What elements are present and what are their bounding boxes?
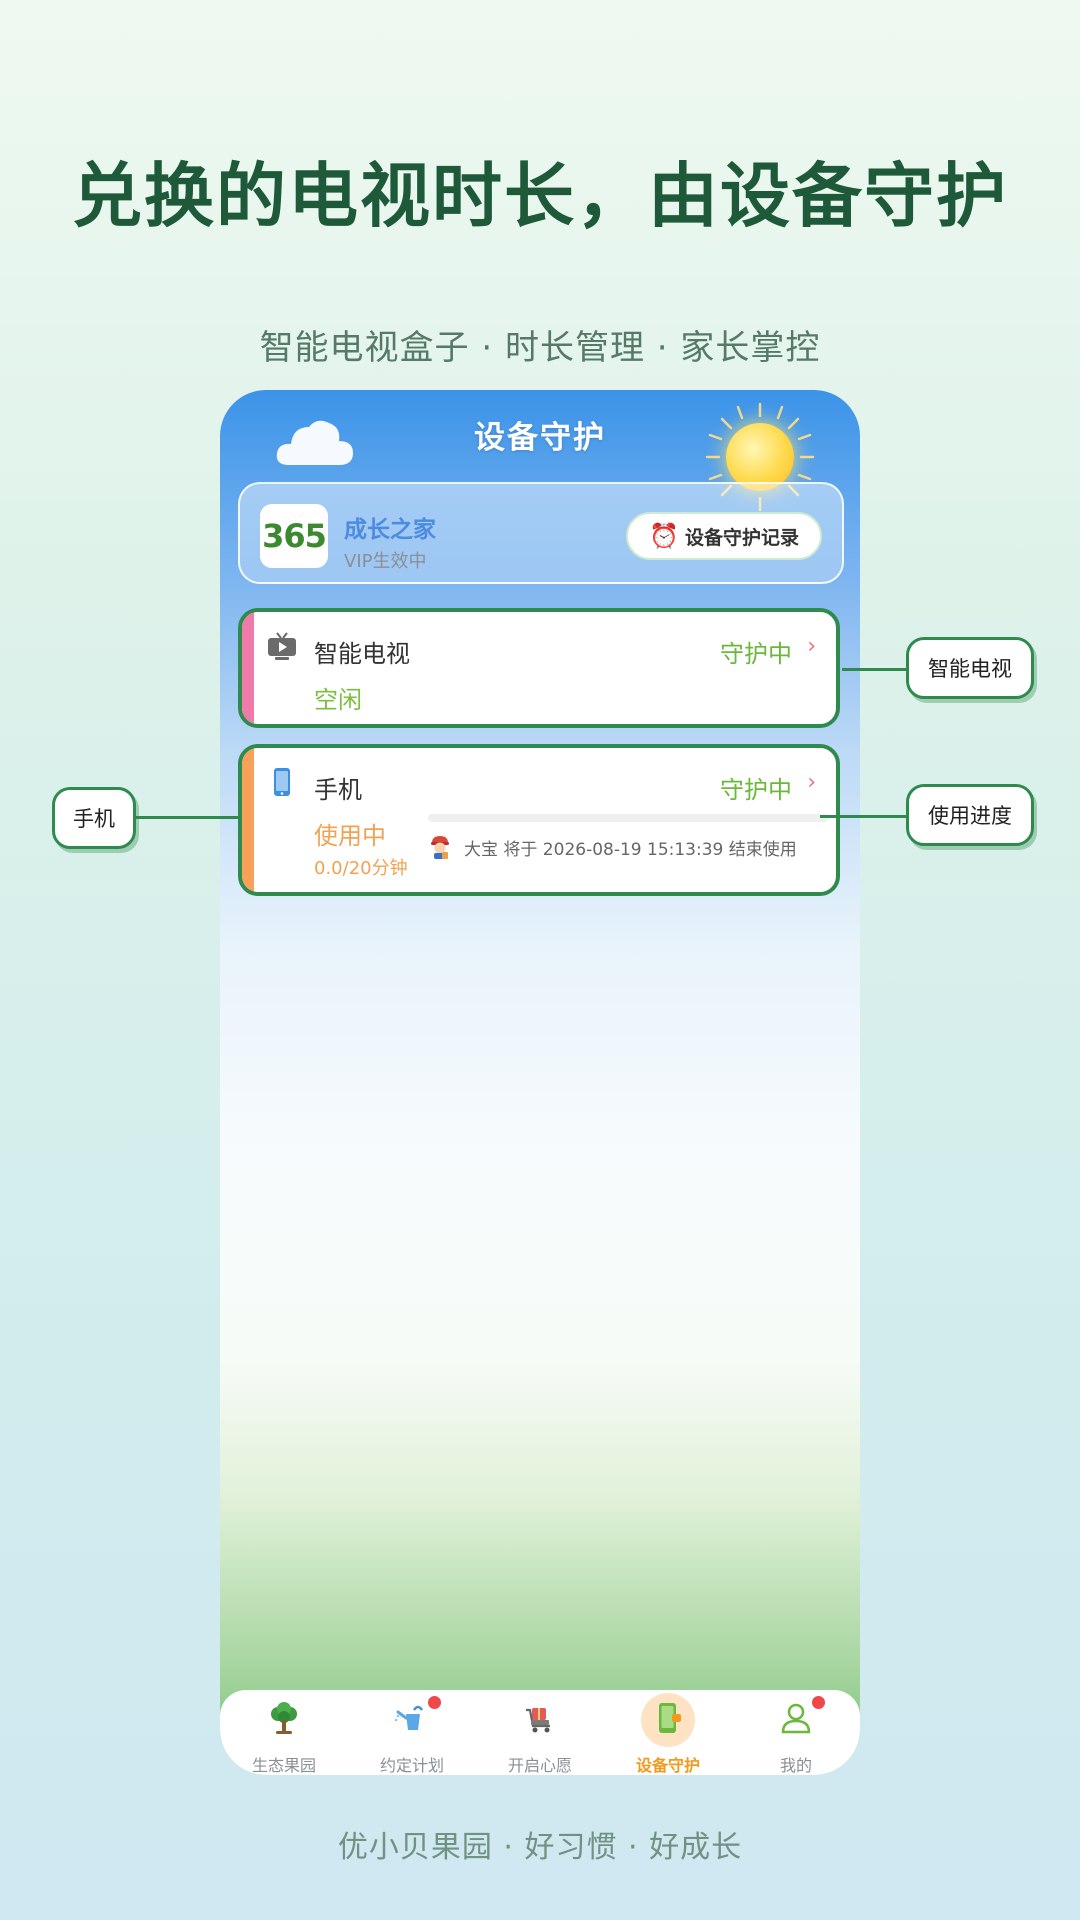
chevron-right-icon: › bbox=[807, 634, 816, 659]
usage-note-text: 大宝 将于 2026-08-19 15:13:39 结束使用 bbox=[464, 839, 797, 860]
callout-tv: 智能电视 bbox=[906, 637, 1034, 699]
chevron-right-icon: › bbox=[807, 770, 816, 795]
device-status: 空闲 bbox=[314, 686, 362, 714]
device-status: 使用中 bbox=[314, 822, 386, 850]
subline: 智能电视盒子 · 时长管理 · 家长掌控 bbox=[259, 328, 821, 368]
gift-cart-icon bbox=[526, 1708, 550, 1733]
tv-icon bbox=[268, 632, 296, 660]
user-icon bbox=[781, 1703, 811, 1734]
callout-phone: 手机 bbox=[52, 787, 136, 849]
device-card-tv[interactable]: 智能电视 守护中 › 空闲 bbox=[238, 608, 840, 728]
tab-me[interactable]: 我的 bbox=[732, 1690, 860, 1775]
guard-status: 守护中 bbox=[720, 640, 792, 668]
member-name: 成长之家 bbox=[344, 517, 436, 543]
phone-icon bbox=[274, 768, 290, 796]
page-title: 设备守护 bbox=[474, 420, 606, 456]
vip-status: VIP生效中 bbox=[344, 551, 427, 572]
guard-status: 守护中 bbox=[720, 776, 792, 804]
callout-line-phone bbox=[135, 816, 238, 819]
callout-progress: 使用进度 bbox=[906, 784, 1034, 846]
notification-dot bbox=[428, 1696, 441, 1709]
device-name: 手机 bbox=[314, 776, 362, 804]
notification-dot bbox=[812, 1696, 825, 1709]
phone-screen: 设备守护 365 成长之家 VIP生效中 ⏰ 设备守护记录 智能电视 守护中 ›… bbox=[220, 390, 860, 1775]
tab-open-wish[interactable]: 开启心愿 bbox=[476, 1690, 604, 1775]
device-card-phone[interactable]: 手机 守护中 › 使用中 0.0/20分钟 大宝 将于 2026-08-19 1… bbox=[238, 744, 840, 896]
callout-line-tv bbox=[842, 668, 908, 671]
usage-note: 大宝 将于 2026-08-19 15:13:39 结束使用 bbox=[428, 834, 797, 860]
tab-eco-orchard[interactable]: 生态果园 bbox=[220, 1690, 348, 1775]
tab-device-guard[interactable]: 设备守护 bbox=[604, 1690, 732, 1775]
alarm-clock-icon: ⏰ bbox=[649, 522, 679, 550]
tab-agreement-plan[interactable]: 约定计划 bbox=[348, 1690, 476, 1775]
device-name: 智能电视 bbox=[314, 640, 410, 668]
guard-record-label: 设备守护记录 bbox=[684, 526, 799, 549]
card-accent-bar bbox=[242, 748, 254, 892]
watering-can-icon bbox=[394, 1705, 424, 1730]
tab-label: 设备守护 bbox=[635, 1756, 700, 1775]
headline: 兑换的电视时长，由设备守护 bbox=[72, 155, 1008, 237]
bottom-tab-bar: 生态果园 约定计划 开启心愿 设备守护 我的 bbox=[220, 1690, 860, 1775]
tree-icon bbox=[271, 1702, 297, 1734]
callout-line-progress bbox=[820, 815, 908, 818]
footer-slogan: 优小贝果园 · 好习惯 · 好成长 bbox=[337, 1830, 743, 1865]
member-card: 365 成长之家 VIP生效中 ⏰ 设备守护记录 bbox=[238, 482, 844, 584]
tab-label: 我的 bbox=[779, 1756, 812, 1775]
logo-365: 365 bbox=[260, 504, 328, 568]
tab-label: 开启心愿 bbox=[507, 1756, 572, 1775]
usage-minutes: 0.0/20分钟 bbox=[314, 858, 408, 879]
usage-progress-bar bbox=[428, 814, 828, 822]
tab-label: 约定计划 bbox=[379, 1756, 444, 1775]
tab-label: 生态果园 bbox=[251, 1756, 316, 1775]
card-accent-bar bbox=[242, 612, 254, 724]
guard-record-button[interactable]: ⏰ 设备守护记录 bbox=[626, 512, 822, 560]
child-avatar-icon bbox=[431, 836, 449, 859]
device-guard-icon bbox=[659, 1703, 681, 1733]
